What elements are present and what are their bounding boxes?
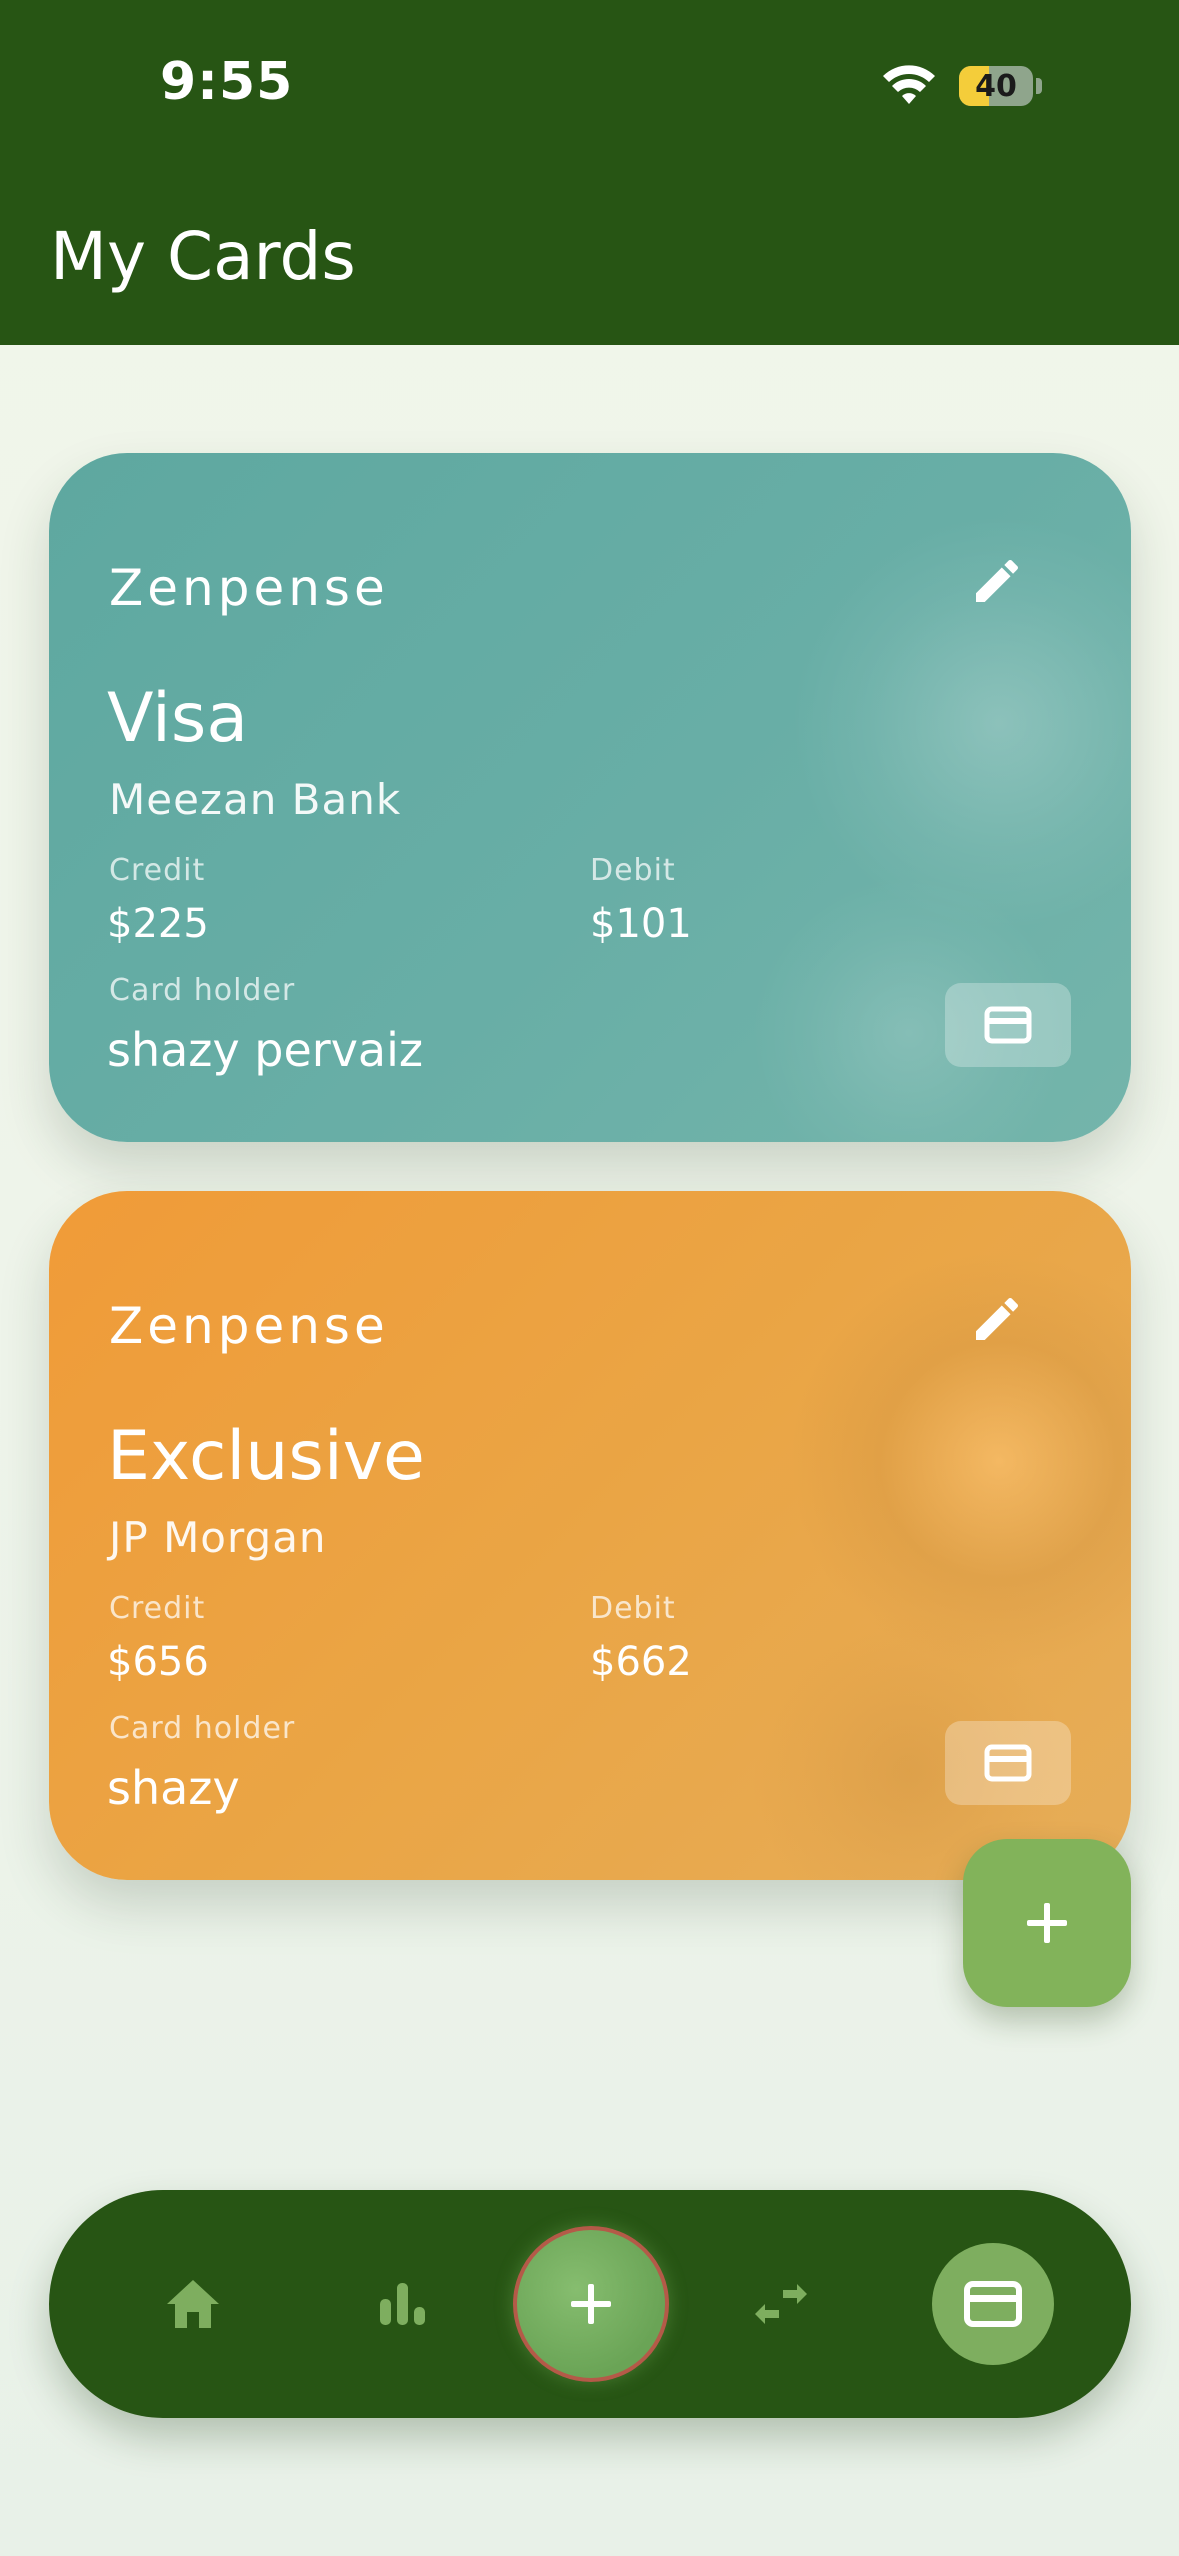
battery-tip xyxy=(1036,78,1042,94)
home-icon xyxy=(167,2280,219,2328)
wifi-icon xyxy=(883,65,935,104)
nav-transfer-button[interactable] xyxy=(741,2264,821,2344)
card-holder-label: Card holder xyxy=(109,973,296,1008)
nav-cards-button[interactable] xyxy=(932,2243,1054,2365)
edit-icon[interactable] xyxy=(969,1291,1025,1347)
transfer-icon xyxy=(755,2284,807,2324)
card-chip-button[interactable] xyxy=(945,983,1071,1067)
card-visa[interactable]: Zenpense Visa Meezan Bank Credit $225 De… xyxy=(49,453,1131,1142)
card-bank: JP Morgan xyxy=(109,1513,327,1562)
card-glow xyxy=(789,1251,1131,1671)
app-header: 9:55 40 My Cards xyxy=(0,0,1179,345)
card-holder-name: shazy pervaiz xyxy=(107,1023,424,1077)
debit-label: Debit xyxy=(590,853,676,888)
card-exclusive[interactable]: Zenpense Exclusive JP Morgan Credit $656… xyxy=(49,1191,1131,1880)
card-brand: Zenpense xyxy=(109,559,389,617)
battery-level: 40 xyxy=(975,69,1017,104)
credit-label: Credit xyxy=(109,853,206,888)
card-glow xyxy=(789,513,1131,933)
edit-icon[interactable] xyxy=(969,553,1025,609)
plus-icon xyxy=(571,2284,611,2324)
debit-value: $662 xyxy=(590,1639,692,1685)
debit-value: $101 xyxy=(590,901,692,947)
bar-chart-icon xyxy=(380,2283,425,2325)
credit-card-icon xyxy=(984,1006,1032,1044)
credit-card-icon xyxy=(964,2281,1022,2327)
card-holder-label: Card holder xyxy=(109,1711,296,1746)
card-type: Visa xyxy=(107,679,249,758)
status-time: 9:55 xyxy=(160,52,294,112)
credit-card-icon xyxy=(984,1744,1032,1782)
debit-label: Debit xyxy=(590,1591,676,1626)
credit-value: $656 xyxy=(107,1639,209,1685)
page-title: My Cards xyxy=(50,218,356,295)
nav-add-button[interactable] xyxy=(513,2226,669,2382)
nav-stats-button[interactable] xyxy=(363,2264,443,2344)
battery-icon: 40 xyxy=(959,66,1033,106)
bottom-nav xyxy=(49,2190,1131,2418)
card-brand: Zenpense xyxy=(109,1297,389,1355)
card-bank: Meezan Bank xyxy=(109,775,402,824)
card-chip-button[interactable] xyxy=(945,1721,1071,1805)
plus-icon xyxy=(1027,1903,1067,1943)
card-type: Exclusive xyxy=(107,1417,425,1496)
credit-label: Credit xyxy=(109,1591,206,1626)
credit-value: $225 xyxy=(107,901,209,947)
nav-home-button[interactable] xyxy=(153,2264,233,2344)
card-holder-name: shazy xyxy=(107,1761,240,1815)
add-card-button[interactable] xyxy=(963,1839,1131,2007)
